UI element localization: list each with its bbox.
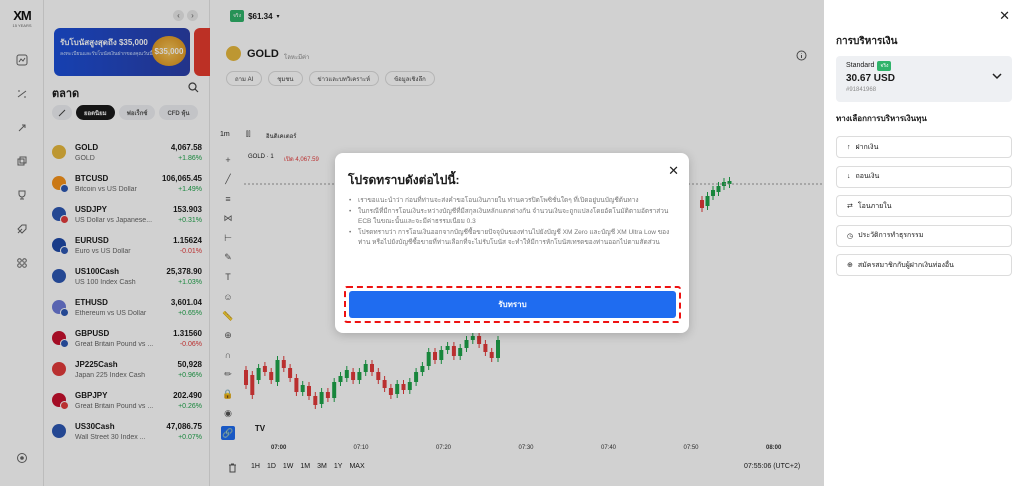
panel-title: การบริหารเงิน [836, 36, 898, 47]
action-label: สมัครสมาชิกกับผู้ฝากเงินท่องอื่น [857, 261, 954, 269]
dialog-title: โปรดทราบดังต่อไปนี้: [348, 173, 460, 187]
notice-item: โปรดทราบว่า การโอนเงินออกจากบัญชีซื้อขาย… [349, 228, 679, 248]
account-selector[interactable]: Standard จริง 30.67 USD #91841968 [836, 56, 1012, 102]
notice-item: เราขอแนะนำว่า ก่อนที่ท่านจะส่งคำขอโอนเงิ… [349, 196, 679, 206]
internal-transfer-button[interactable]: ⇄ โอนภายใน [836, 195, 1012, 217]
chevron-down-icon [992, 72, 1002, 82]
acknowledge-button[interactable]: รับทราบ [349, 291, 676, 318]
funds-panel: ✕ การบริหารเงิน Standard จริง 30.67 USD #… [824, 0, 1024, 486]
action-icon: ◷ [847, 232, 854, 240]
account-type: Standard จริง [846, 61, 892, 71]
action-label: ฝากเงิน [855, 143, 879, 151]
deposit-button[interactable]: ↑ ฝากเงิน [836, 136, 1012, 158]
action-label: โอนภายใน [857, 202, 892, 210]
account-number: #91841968 [846, 87, 877, 93]
close-icon[interactable]: ✕ [668, 163, 679, 179]
action-icon: ⇄ [847, 203, 853, 210]
account-type-label: Standard [846, 62, 875, 69]
notice-dialog: โปรดทราบดังต่อไปนี้: ✕ เราขอแนะนำว่า ก่อ… [335, 153, 689, 333]
action-label: ประวัติการทำธุรกรรม [858, 232, 924, 239]
transaction-history-button[interactable]: ◷ ประวัติการทำธุรกรรม [836, 224, 1012, 247]
action-icon: ↓ [847, 173, 851, 180]
account-balance: 30.67 USD [846, 73, 895, 84]
acknowledge-highlight: รับทราบ [344, 286, 681, 323]
action-label: ถอนเงิน [855, 173, 880, 180]
notice-list: เราขอแนะนำว่า ก่อนที่ท่านจะส่งคำขอโอนเงิ… [349, 196, 679, 249]
live-badge: จริง [877, 61, 892, 71]
funding-options-title: ทางเลือกการบริหารเงินทุน [836, 114, 927, 123]
withdraw-button[interactable]: ↓ ถอนเงิน [836, 165, 1012, 188]
subscribe-button[interactable]: ⊕ สมัครสมาชิกกับผู้ฝากเงินท่องอื่น [836, 254, 1012, 276]
action-icon: ↑ [847, 143, 851, 151]
notice-item: ในกรณีที่มีการโอนเงินระหว่างบัญชีที่มีสก… [349, 207, 679, 227]
action-icon: ⊕ [847, 262, 853, 269]
close-icon[interactable]: ✕ [999, 8, 1010, 24]
